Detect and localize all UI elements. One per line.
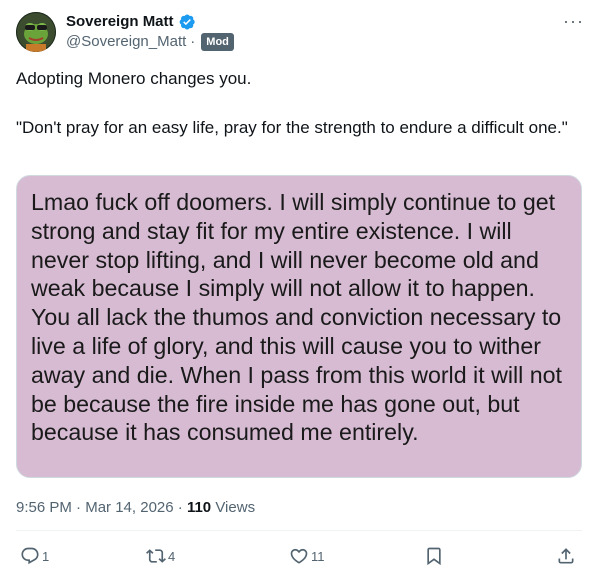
- tweet-text-line: Adopting Monero changes you.: [16, 69, 252, 88]
- tweet-text-line: "Don't pray for an easy life, pray for t…: [16, 118, 568, 137]
- reply-icon: [21, 547, 39, 565]
- meta-separator: ·: [177, 499, 183, 516]
- divider: [16, 530, 582, 531]
- media-text: Lmao fuck off doomers. I will simply con…: [31, 189, 562, 446]
- tweet-time[interactable]: 9:56 PM: [16, 499, 72, 516]
- heart-icon: [290, 548, 308, 564]
- more-dots-icon: ···: [563, 11, 584, 31]
- avatar[interactable]: [16, 12, 56, 52]
- repost-icon: [146, 549, 166, 563]
- author-display-name[interactable]: Sovereign Matt: [66, 12, 174, 32]
- repost-count: 4: [168, 548, 176, 564]
- author-handle[interactable]: @Sovereign_Matt: [66, 32, 186, 52]
- mod-badge: Mod: [201, 33, 234, 51]
- more-options-button[interactable]: ···: [563, 12, 584, 30]
- tweet-text: Adopting Monero changes you. "Don't pray…: [16, 66, 582, 140]
- tweet-media-image[interactable]: Lmao fuck off doomers. I will simply con…: [16, 175, 582, 478]
- views-label: Views: [215, 499, 256, 516]
- share-button[interactable]: [556, 546, 576, 566]
- bookmark-button[interactable]: [424, 546, 444, 566]
- tweet-date[interactable]: Mar 14, 2026: [85, 499, 173, 516]
- share-icon: [558, 548, 574, 564]
- meta-separator: ·: [76, 499, 82, 516]
- author-handle-row: @Sovereign_Matt · Mod: [66, 32, 234, 52]
- author-name-row: Sovereign Matt: [66, 12, 196, 32]
- repost-button[interactable]: 4: [146, 546, 175, 566]
- reply-count: 1: [42, 548, 50, 564]
- verified-badge-icon: [179, 14, 195, 30]
- action-bar: 1 4 11: [16, 546, 582, 574]
- tweet-meta: 9:56 PM · Mar 14, 2026 · 110 Views: [16, 498, 255, 518]
- frog-avatar-icon: [16, 12, 56, 52]
- like-button[interactable]: 11: [289, 546, 325, 566]
- like-count: 11: [311, 548, 325, 564]
- views-count: 110: [186, 499, 212, 516]
- bookmark-icon: [427, 547, 441, 566]
- handle-separator: ·: [190, 33, 196, 50]
- reply-button[interactable]: 1: [20, 546, 49, 566]
